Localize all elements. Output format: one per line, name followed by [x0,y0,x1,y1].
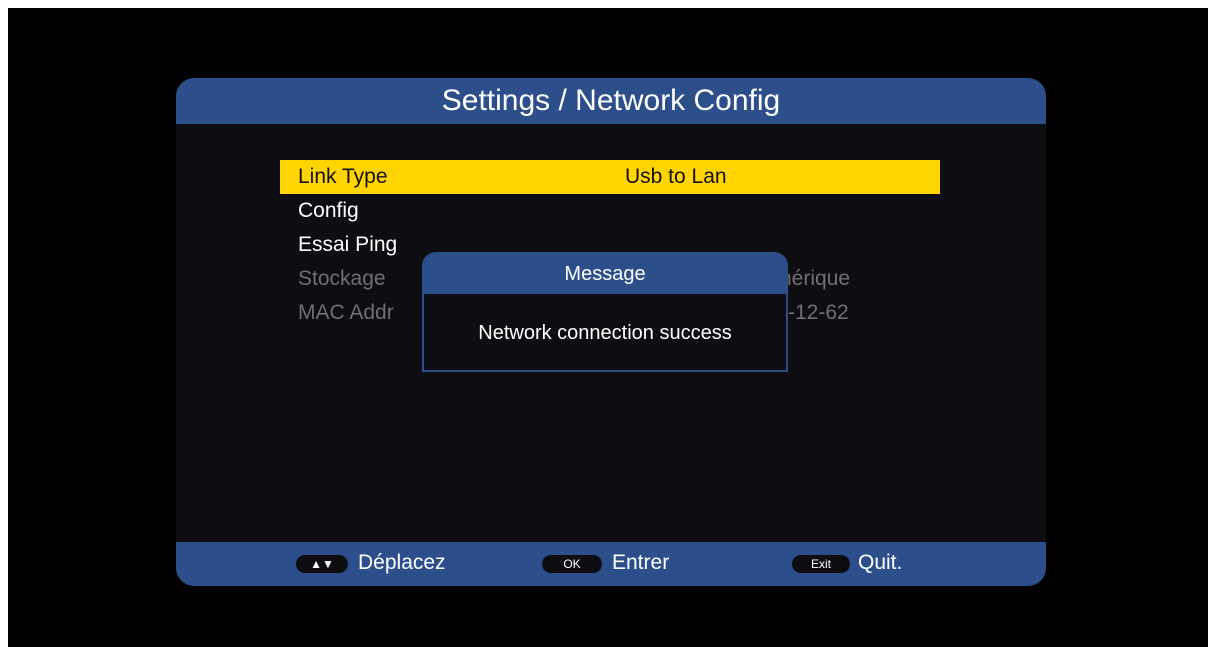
footer-move-label: Déplacez [358,551,446,574]
page-title: Settings / Network Config [441,84,781,117]
menu-item-config[interactable]: Config [280,194,940,228]
menu-item-label: Link Type [298,165,388,188]
menu-item-label: Essai Ping [298,233,398,256]
menu-item-link-type[interactable]: Link Type Usb to Lan [280,160,940,194]
exit-key-icon: Exit [792,555,850,573]
dialog-message: Network connection success [478,322,732,344]
dialog-title: Message [424,254,786,294]
footer-enter-label: Entrer [612,551,670,574]
up-down-arrows-icon: ▲▼ [296,555,348,573]
footer-quit-label: Quit. [858,551,903,574]
footer-bar: ▲▼ Déplacez OK Entrer Exit Quit. [176,542,1046,586]
message-dialog[interactable]: Message Network connection success [422,252,788,372]
menu-item-value: hérique [780,267,851,290]
menu-item-value: Usb to Lan [625,165,727,188]
menu-item-value: -12-62 [788,301,849,324]
ok-key-icon: OK [542,555,602,573]
panel-header: Settings / Network Config [176,78,1046,124]
menu-item-label: MAC Addr [298,301,394,324]
menu-item-label: Config [298,199,359,222]
menu-item-label: Stockage [298,267,386,290]
